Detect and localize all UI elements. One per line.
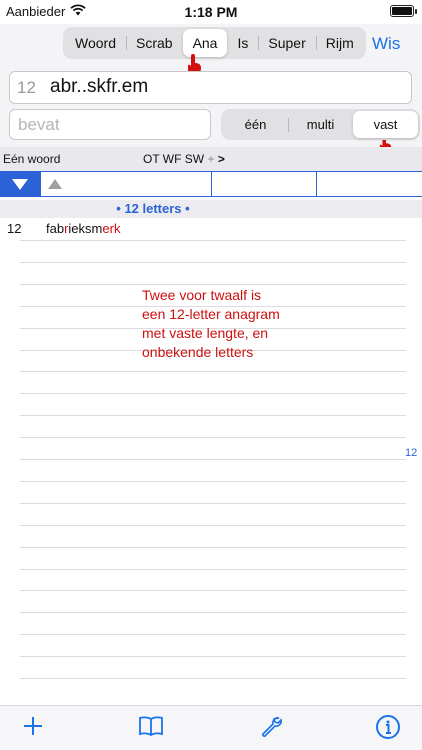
sort-descending-icon[interactable] xyxy=(0,172,40,196)
mode-segmented-control[interactable]: Woord Scrab Ana Is Super Rijm xyxy=(63,27,366,59)
filter-vast[interactable]: vast xyxy=(353,111,418,138)
book-icon[interactable] xyxy=(138,714,164,740)
list-separator xyxy=(20,547,406,548)
column-label: Eén woord xyxy=(3,152,61,166)
battery-icon xyxy=(390,5,417,17)
list-separator xyxy=(20,459,406,460)
filter-multi[interactable]: multi xyxy=(288,111,353,138)
list-separator xyxy=(20,634,406,635)
list-separator xyxy=(20,678,406,679)
list-separator xyxy=(20,437,406,438)
annotation: Twee voor twaalf is een 12-letter anagra… xyxy=(142,286,302,362)
wrench-icon[interactable] xyxy=(258,714,284,740)
status-bar: Aanbieder 1:18 PM xyxy=(0,0,422,24)
annotation-line: onbekende letters xyxy=(142,344,254,360)
section-index[interactable]: 12 xyxy=(405,447,417,459)
list-separator xyxy=(20,371,406,372)
word-part: fab xyxy=(46,221,65,236)
list-separator xyxy=(20,590,406,591)
table-row[interactable]: 12 fabrieksmerk xyxy=(0,219,422,239)
list-separator xyxy=(20,481,406,482)
bevat-field[interactable]: bevat xyxy=(9,109,211,140)
word-length: 12 xyxy=(7,221,22,236)
more-sort-option[interactable]: + xyxy=(207,152,214,166)
pattern-text: abr..skfr.em xyxy=(50,76,149,97)
mode-woord[interactable]: Woord xyxy=(65,29,126,57)
sort-row xyxy=(0,171,422,197)
filter-een[interactable]: één xyxy=(223,111,288,138)
chevron-right-icon[interactable]: > xyxy=(218,152,225,166)
annotation-line: met vaste lengte, en xyxy=(142,325,269,341)
pattern-input[interactable]: 12 abr..skfr.em xyxy=(9,71,412,104)
list-separator xyxy=(20,656,406,657)
sort-cell[interactable] xyxy=(211,172,316,196)
mode-scrab[interactable]: Scrab xyxy=(125,29,183,57)
word-part-highlight: e xyxy=(102,221,110,236)
wis-button[interactable]: Wis xyxy=(372,34,400,54)
word-part-highlight: rk xyxy=(109,221,121,236)
group-header: • 12 letters • xyxy=(0,200,422,218)
filter-segmented-control[interactable]: één multi vast xyxy=(221,109,420,140)
list-separator xyxy=(20,612,406,613)
sort-cell[interactable] xyxy=(40,172,211,196)
word-part: ieksm xyxy=(68,221,103,236)
info-icon[interactable] xyxy=(375,714,401,740)
list-separator xyxy=(20,262,406,263)
list-separator xyxy=(20,525,406,526)
tab-bar xyxy=(0,705,422,750)
list-separator xyxy=(20,393,406,394)
column-header: Eén woord OT WF SW + > xyxy=(0,147,422,171)
plus-icon[interactable] xyxy=(20,714,46,740)
sort-labels[interactable]: OT WF SW xyxy=(143,152,204,166)
list-separator xyxy=(20,415,406,416)
mode-super[interactable]: Super xyxy=(258,29,315,57)
list-separator xyxy=(20,503,406,504)
sort-options[interactable]: OT WF SW + > xyxy=(143,152,225,166)
annotation-line: een 12-letter anagram xyxy=(142,306,280,322)
group-title: • 12 letters • xyxy=(116,201,190,216)
mode-rijm[interactable]: Rijm xyxy=(315,29,364,57)
list-separator xyxy=(20,569,406,570)
annotation-line: Twee voor twaalf is xyxy=(142,287,262,303)
result-word[interactable]: fabrieksmerk xyxy=(46,221,120,236)
mode-is[interactable]: Is xyxy=(227,29,258,57)
list-separator xyxy=(20,240,406,241)
sort-cell[interactable] xyxy=(316,172,422,196)
letter-count: 12 xyxy=(17,78,36,97)
list-separator xyxy=(20,284,406,285)
clock: 1:18 PM xyxy=(184,4,238,20)
